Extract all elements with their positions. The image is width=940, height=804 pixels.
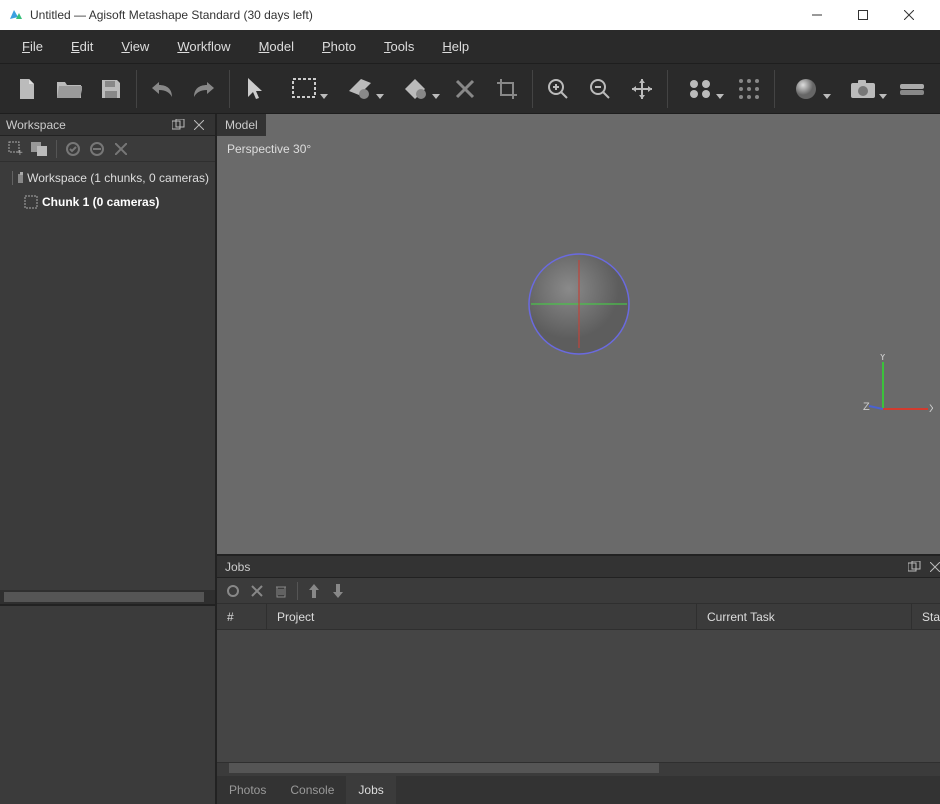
menu-tools[interactable]: Tools [370, 33, 428, 60]
tab-console[interactable]: Console [278, 776, 346, 804]
tree-chunk-row[interactable]: Chunk 1 (0 cameras) [4, 190, 211, 214]
tree-root-row[interactable]: Workspace (1 chunks, 0 cameras) [4, 166, 211, 190]
jobs-float-icon[interactable] [905, 561, 925, 573]
jobs-title: Jobs [225, 560, 250, 574]
close-button[interactable] [886, 0, 932, 30]
tree-chunk-label: Chunk 1 (0 cameras) [42, 195, 159, 209]
workspace-hscroll[interactable] [0, 590, 215, 604]
menu-file[interactable]: File [8, 33, 57, 60]
rect-select-tool-icon[interactable] [278, 70, 330, 108]
panel-close-icon[interactable] [189, 116, 209, 134]
maximize-button[interactable] [840, 0, 886, 30]
jobs-close-icon[interactable] [925, 562, 940, 572]
workspace-empty-lower [0, 604, 215, 804]
svg-text:+: + [17, 148, 23, 157]
job-move-down-icon[interactable] [326, 580, 350, 602]
add-chunk-icon[interactable]: + [4, 138, 28, 160]
menu-help[interactable]: Help [428, 33, 483, 60]
tree-root-label: Workspace (1 chunks, 0 cameras) [27, 171, 209, 185]
move-region-tool-icon[interactable] [334, 70, 386, 108]
workspace-icon [17, 171, 24, 185]
bottom-tabs: Photos Console Jobs [217, 776, 940, 804]
workspace-panel-header: Workspace [0, 114, 215, 136]
menu-view[interactable]: View [107, 33, 163, 60]
jobs-body [217, 630, 940, 762]
jobs-column-header: # Project Current Task Stat [217, 604, 940, 630]
chunk-icon [24, 195, 38, 209]
minimize-button[interactable] [794, 0, 840, 30]
job-record-icon[interactable] [221, 580, 245, 602]
show-cameras-icon[interactable] [674, 70, 726, 108]
job-delete-icon[interactable] [269, 580, 293, 602]
delete-selection-icon[interactable] [446, 70, 484, 108]
trackball-gizmo [527, 252, 632, 357]
tree-branch-icon [6, 171, 13, 185]
open-folder-icon[interactable] [50, 70, 88, 108]
undo-icon[interactable] [143, 70, 181, 108]
pointer-tool-icon[interactable] [236, 70, 274, 108]
disable-item-icon[interactable] [85, 138, 109, 160]
menu-photo[interactable]: Photo [308, 33, 370, 60]
jobs-col-task[interactable]: Current Task [697, 604, 912, 629]
new-document-icon[interactable] [8, 70, 46, 108]
workspace-toolbar: + [0, 136, 215, 162]
menu-edit[interactable]: Edit [57, 33, 107, 60]
jobs-panel: Jobs # Project Current Task Stat [217, 554, 940, 804]
job-cancel-icon[interactable] [245, 580, 269, 602]
window-title: Untitled — Agisoft Metashape Standard (3… [30, 8, 794, 22]
svg-text:Y: Y [879, 354, 887, 363]
reset-view-icon[interactable] [623, 70, 661, 108]
redo-icon[interactable] [185, 70, 223, 108]
shaded-model-icon[interactable] [781, 70, 833, 108]
move-object-tool-icon[interactable] [390, 70, 442, 108]
projection-label: Perspective 30° [227, 142, 311, 156]
job-move-up-icon[interactable] [302, 580, 326, 602]
title-bar: Untitled — Agisoft Metashape Standard (3… [0, 0, 940, 30]
save-icon[interactable] [92, 70, 130, 108]
crop-icon[interactable] [488, 70, 526, 108]
main-toolbar [0, 64, 940, 114]
viewport-title: Model [217, 114, 266, 136]
zoom-out-icon[interactable] [581, 70, 619, 108]
jobs-hscroll[interactable] [217, 762, 940, 776]
jobs-toolbar [217, 578, 940, 604]
remove-item-icon[interactable] [109, 138, 133, 160]
jobs-header: Jobs [217, 556, 940, 578]
menu-model[interactable]: Model [245, 33, 308, 60]
axis-gizmo: Y X Z [863, 354, 933, 424]
panel-float-icon[interactable] [169, 116, 189, 134]
workspace-title: Workspace [6, 118, 66, 132]
capture-view-icon[interactable] [837, 70, 889, 108]
add-photos-icon[interactable] [28, 138, 52, 160]
show-grid-dots-icon[interactable] [730, 70, 768, 108]
svg-text:X: X [929, 403, 933, 415]
workspace-tree: Workspace (1 chunks, 0 cameras) Chunk 1 … [0, 162, 215, 590]
show-stacked-icon[interactable] [893, 70, 931, 108]
jobs-col-num[interactable]: # [217, 604, 267, 629]
tab-jobs[interactable]: Jobs [346, 776, 395, 804]
zoom-in-icon[interactable] [539, 70, 577, 108]
tab-photos[interactable]: Photos [217, 776, 278, 804]
model-viewport[interactable]: Model Perspective 30° Y X Z [217, 114, 940, 554]
menu-bar: File Edit View Workflow Model Photo Tool… [0, 30, 940, 64]
menu-workflow[interactable]: Workflow [163, 33, 244, 60]
app-icon [8, 7, 24, 23]
jobs-col-project[interactable]: Project [267, 604, 697, 629]
svg-text:Z: Z [863, 401, 870, 413]
enable-item-icon[interactable] [61, 138, 85, 160]
jobs-col-status[interactable]: Stat [912, 604, 940, 629]
